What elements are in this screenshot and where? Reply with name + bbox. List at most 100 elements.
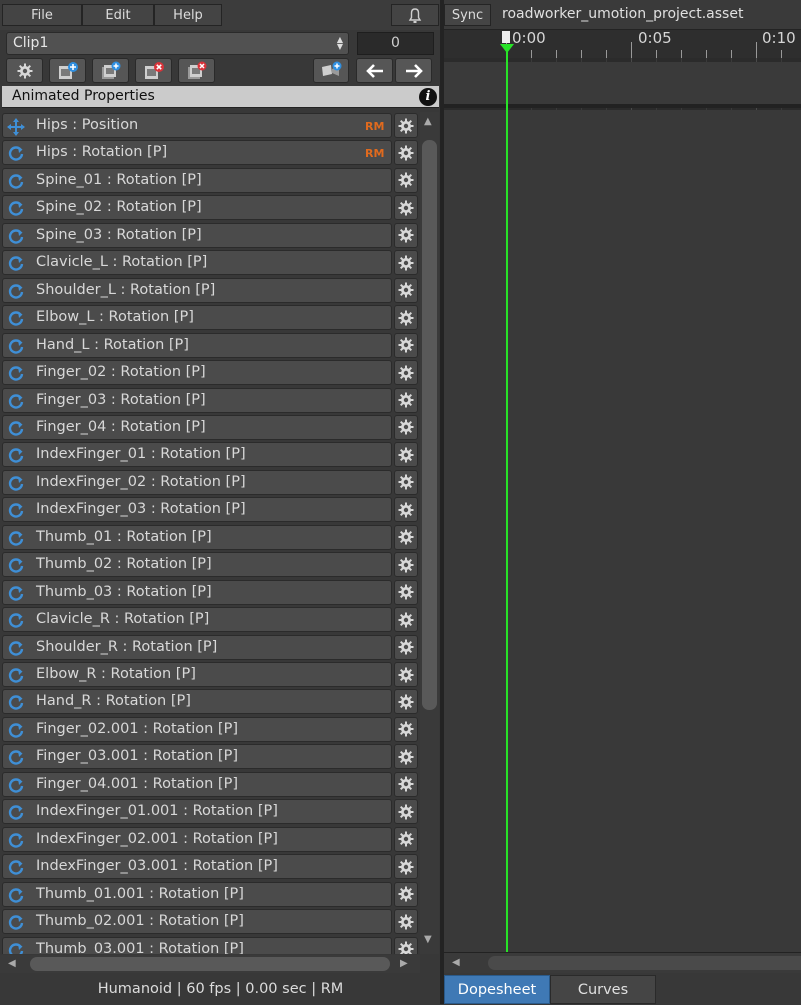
property-row[interactable]: Thumb_02 : Rotation [P] bbox=[2, 552, 418, 578]
property-settings-button[interactable] bbox=[394, 826, 418, 852]
property-settings-button[interactable] bbox=[394, 799, 418, 825]
horizontal-scrollbar[interactable]: ◀ ▶ bbox=[0, 955, 420, 973]
property-field[interactable]: Thumb_03.001 : Rotation [P] bbox=[2, 936, 392, 954]
frame-input[interactable]: 0 bbox=[357, 32, 434, 55]
property-settings-button[interactable] bbox=[394, 689, 418, 715]
property-settings-button[interactable] bbox=[394, 167, 418, 193]
property-field[interactable]: Finger_02.001 : Rotation [P] bbox=[2, 716, 392, 742]
property-settings-button[interactable] bbox=[394, 854, 418, 880]
property-row[interactable]: IndexFinger_03.001 : Rotation [P] bbox=[2, 854, 418, 880]
property-settings-button[interactable] bbox=[394, 277, 418, 303]
property-settings-button[interactable] bbox=[394, 607, 418, 633]
property-field[interactable]: Clavicle_R : Rotation [P] bbox=[2, 607, 392, 633]
property-settings-button[interactable] bbox=[394, 909, 418, 935]
property-field[interactable]: Finger_04.001 : Rotation [P] bbox=[2, 771, 392, 797]
property-row[interactable]: Clavicle_R : Rotation [P] bbox=[2, 607, 418, 633]
property-field[interactable]: Elbow_L : Rotation [P] bbox=[2, 305, 392, 331]
property-field[interactable]: Hand_L : Rotation [P] bbox=[2, 332, 392, 358]
property-settings-button[interactable] bbox=[394, 195, 418, 221]
dopesheet-area[interactable] bbox=[444, 58, 801, 952]
property-settings-button[interactable] bbox=[394, 524, 418, 550]
property-settings-button[interactable] bbox=[394, 634, 418, 660]
property-row[interactable]: Spine_03 : Rotation [P] bbox=[2, 222, 418, 248]
menu-help[interactable]: Help bbox=[154, 4, 222, 26]
property-field[interactable]: Thumb_01 : Rotation [P] bbox=[2, 524, 392, 550]
next-key-button[interactable] bbox=[395, 58, 432, 83]
property-settings-button[interactable] bbox=[394, 113, 418, 138]
property-settings-button[interactable] bbox=[394, 305, 418, 331]
menu-file[interactable]: File bbox=[2, 4, 82, 26]
property-field[interactable]: IndexFinger_03.001 : Rotation [P] bbox=[2, 854, 392, 880]
property-row[interactable]: Hand_R : Rotation [P] bbox=[2, 689, 418, 715]
property-field[interactable]: Finger_02 : Rotation [P] bbox=[2, 360, 392, 386]
property-row[interactable]: Elbow_L : Rotation [P] bbox=[2, 305, 418, 331]
property-row[interactable]: IndexFinger_03 : Rotation [P] bbox=[2, 497, 418, 523]
playhead-marker-icon[interactable] bbox=[502, 31, 510, 43]
info-icon[interactable]: i bbox=[419, 88, 437, 106]
settings-button[interactable] bbox=[6, 58, 43, 83]
property-field[interactable]: Shoulder_L : Rotation [P] bbox=[2, 277, 392, 303]
property-field[interactable]: Spine_02 : Rotation [P] bbox=[2, 195, 392, 221]
timeline-horizontal-scrollbar[interactable]: ◀ bbox=[444, 952, 801, 973]
property-field[interactable]: Hips : Position RM bbox=[2, 113, 392, 138]
add-clip-button[interactable] bbox=[49, 58, 86, 83]
add-camera-button[interactable] bbox=[313, 58, 349, 83]
property-settings-button[interactable] bbox=[394, 360, 418, 386]
property-field[interactable]: IndexFinger_01.001 : Rotation [P] bbox=[2, 799, 392, 825]
property-settings-button[interactable] bbox=[394, 250, 418, 276]
property-field[interactable]: Elbow_R : Rotation [P] bbox=[2, 662, 392, 687]
property-settings-button[interactable] bbox=[394, 771, 418, 797]
property-row[interactable]: IndexFinger_01 : Rotation [P] bbox=[2, 442, 418, 468]
notification-button[interactable] bbox=[391, 4, 439, 26]
property-field[interactable]: Finger_04 : Rotation [P] bbox=[2, 414, 392, 440]
property-field[interactable]: Finger_03.001 : Rotation [P] bbox=[2, 744, 392, 770]
property-field[interactable]: Thumb_01.001 : Rotation [P] bbox=[2, 881, 392, 907]
property-row[interactable]: Finger_04.001 : Rotation [P] bbox=[2, 771, 418, 797]
property-row[interactable]: Thumb_03 : Rotation [P] bbox=[2, 579, 418, 605]
property-field[interactable]: Thumb_02.001 : Rotation [P] bbox=[2, 909, 392, 935]
menu-edit[interactable]: Edit bbox=[82, 4, 154, 26]
tab-dopesheet[interactable]: Dopesheet bbox=[444, 975, 550, 1004]
property-row[interactable]: Finger_02.001 : Rotation [P] bbox=[2, 716, 418, 742]
property-field[interactable]: Finger_03 : Rotation [P] bbox=[2, 387, 392, 413]
property-field[interactable]: Spine_03 : Rotation [P] bbox=[2, 222, 392, 248]
delete-clip-button[interactable] bbox=[135, 58, 172, 83]
property-row[interactable]: Thumb_01 : Rotation [P] bbox=[2, 524, 418, 550]
horizontal-scroll-thumb[interactable] bbox=[30, 957, 390, 971]
property-row[interactable]: Finger_02 : Rotation [P] bbox=[2, 360, 418, 386]
property-field[interactable]: Thumb_03 : Rotation [P] bbox=[2, 579, 392, 605]
property-row[interactable]: Spine_01 : Rotation [P] bbox=[2, 167, 418, 193]
property-row[interactable]: Thumb_02.001 : Rotation [P] bbox=[2, 909, 418, 935]
property-row[interactable]: Thumb_03.001 : Rotation [P] bbox=[2, 936, 418, 954]
property-field[interactable]: Thumb_02 : Rotation [P] bbox=[2, 552, 392, 578]
property-row[interactable]: IndexFinger_02.001 : Rotation [P] bbox=[2, 826, 418, 852]
property-settings-button[interactable] bbox=[394, 414, 418, 440]
vertical-scrollbar[interactable]: ▲ ▼ bbox=[420, 112, 439, 954]
property-settings-button[interactable] bbox=[394, 881, 418, 907]
property-field[interactable]: IndexFinger_01 : Rotation [P] bbox=[2, 442, 392, 468]
property-field[interactable]: Clavicle_L : Rotation [P] bbox=[2, 250, 392, 276]
clip-dropdown[interactable]: Clip1 ▲ ▼ bbox=[6, 32, 349, 55]
property-row[interactable]: Hips : Rotation [P] RM bbox=[2, 140, 418, 166]
property-row[interactable]: Clavicle_L : Rotation [P] bbox=[2, 250, 418, 276]
scroll-right-icon[interactable]: ▶ bbox=[400, 958, 408, 969]
property-field[interactable]: Shoulder_R : Rotation [P] bbox=[2, 634, 392, 660]
property-field[interactable]: IndexFinger_02 : Rotation [P] bbox=[2, 469, 392, 495]
property-settings-button[interactable] bbox=[394, 579, 418, 605]
property-row[interactable]: Finger_03 : Rotation [P] bbox=[2, 387, 418, 413]
property-settings-button[interactable] bbox=[394, 332, 418, 358]
property-settings-button[interactable] bbox=[394, 387, 418, 413]
property-field[interactable]: Hand_R : Rotation [P] bbox=[2, 689, 392, 715]
property-field[interactable]: Hips : Rotation [P] RM bbox=[2, 140, 392, 166]
property-settings-button[interactable] bbox=[394, 716, 418, 742]
property-settings-button[interactable] bbox=[394, 744, 418, 770]
property-settings-button[interactable] bbox=[394, 936, 418, 954]
timeline-scroll-left-icon[interactable]: ◀ bbox=[452, 957, 460, 968]
property-field[interactable]: IndexFinger_03 : Rotation [P] bbox=[2, 497, 392, 523]
property-row[interactable]: IndexFinger_01.001 : Rotation [P] bbox=[2, 799, 418, 825]
scroll-left-icon[interactable]: ◀ bbox=[8, 958, 16, 969]
duplicate-clip-button[interactable] bbox=[92, 58, 129, 83]
property-row[interactable]: Thumb_01.001 : Rotation [P] bbox=[2, 881, 418, 907]
property-row[interactable]: Hand_L : Rotation [P] bbox=[2, 332, 418, 358]
property-row[interactable]: IndexFinger_02 : Rotation [P] bbox=[2, 469, 418, 495]
